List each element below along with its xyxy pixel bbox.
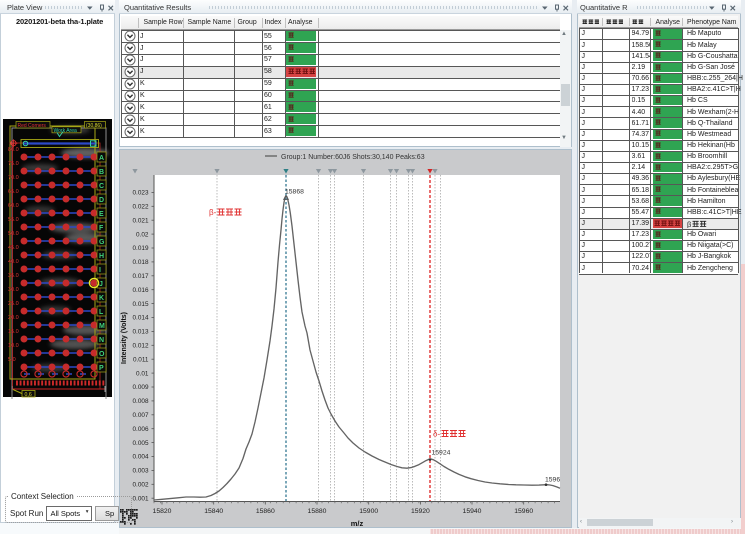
svg-text:0.004: 0.004 [133,454,149,461]
svg-text:β-: β- [209,208,217,217]
svg-text:L: L [99,309,104,316]
svg-text:15920: 15920 [411,508,430,515]
svg-text:0.012: 0.012 [133,343,149,350]
svg-text:55.0: 55.0 [8,217,19,223]
svg-text:25.0: 25.0 [8,301,19,307]
svg-text:0.02: 0.02 [136,231,149,238]
svg-text:D: D [99,197,104,204]
svg-text:0.023: 0.023 [133,190,149,197]
svg-text:0.009: 0.009 [133,384,149,391]
svg-text:Group:1 Number:60J6 Shots:30,1: Group:1 Number:60J6 Shots:30,140 Peaks:6… [281,154,425,161]
svg-text:F: F [99,225,104,232]
svg-text:40.0: 40.0 [8,259,19,265]
svg-text:0.019: 0.019 [133,245,149,252]
svg-text:0.01: 0.01 [136,370,149,377]
svg-text:0,6: 0,6 [25,392,32,398]
svg-text:(30,86): (30,86) [86,123,102,129]
svg-text:Intensity (Volts): Intensity (Volts) [121,312,128,364]
svg-text:Red Corners: Red Corners [18,123,47,129]
svg-text:δ-: δ- [433,430,440,439]
svg-text:15900: 15900 [359,508,378,515]
svg-text:0.003: 0.003 [133,468,149,475]
svg-text:60.0: 60.0 [8,203,19,209]
svg-text:O: O [99,351,105,358]
svg-text:I: I [99,267,101,274]
svg-text:0.016: 0.016 [133,287,149,294]
svg-text:70.0: 70.0 [8,175,19,181]
svg-text:35.0: 35.0 [8,273,19,279]
svg-text:15960: 15960 [514,508,533,515]
svg-text:20.0: 20.0 [8,315,19,321]
svg-text:0.008: 0.008 [133,398,149,405]
svg-text:10.0: 10.0 [8,343,19,349]
svg-text:0.011: 0.011 [133,356,149,363]
svg-text:0.006: 0.006 [133,426,149,433]
svg-text:0.013: 0.013 [133,329,149,336]
svg-text:80.0: 80.0 [8,147,19,153]
svg-text:C: C [99,183,104,190]
svg-text:A: A [99,155,104,162]
svg-text:15860: 15860 [256,508,275,515]
svg-text:m/z: m/z [351,519,364,527]
svg-text:β: β [687,220,692,228]
svg-text:15.0: 15.0 [8,329,19,335]
svg-text:H: H [99,253,104,260]
svg-text:0.002: 0.002 [133,482,149,489]
svg-text:B: B [99,169,104,176]
svg-text:30.0: 30.0 [8,287,19,293]
svg-text:0.015: 0.015 [133,301,149,308]
svg-text:J: J [99,281,103,288]
svg-text:K: K [99,295,104,302]
svg-text:1596: 1596 [545,477,560,484]
svg-text:0.018: 0.018 [133,259,149,266]
svg-text:15924: 15924 [432,450,451,457]
svg-text:15840: 15840 [204,508,223,515]
svg-text:M: M [99,323,105,330]
svg-text:15820: 15820 [153,508,172,515]
svg-text:75.0: 75.0 [8,161,19,167]
svg-text:0.017: 0.017 [133,273,149,280]
svg-text:5.0: 5.0 [8,357,16,363]
svg-text:65.0: 65.0 [8,189,19,195]
svg-text:0.007: 0.007 [133,412,149,419]
svg-text:0.022: 0.022 [133,204,149,211]
svg-text:15940: 15940 [463,508,482,515]
svg-text:15868: 15868 [285,189,304,196]
svg-text:15880: 15880 [308,508,327,515]
svg-text:N: N [99,337,104,344]
svg-text:0.001: 0.001 [133,495,149,502]
svg-text:50.0: 50.0 [8,231,19,237]
svg-text:E: E [99,211,104,218]
svg-text:0.005: 0.005 [133,440,149,447]
svg-text:G: G [99,239,105,246]
svg-text:0.014: 0.014 [133,315,149,322]
svg-text:P: P [99,365,104,372]
svg-text:0.021: 0.021 [133,217,149,224]
svg-text:45.0: 45.0 [8,245,19,251]
